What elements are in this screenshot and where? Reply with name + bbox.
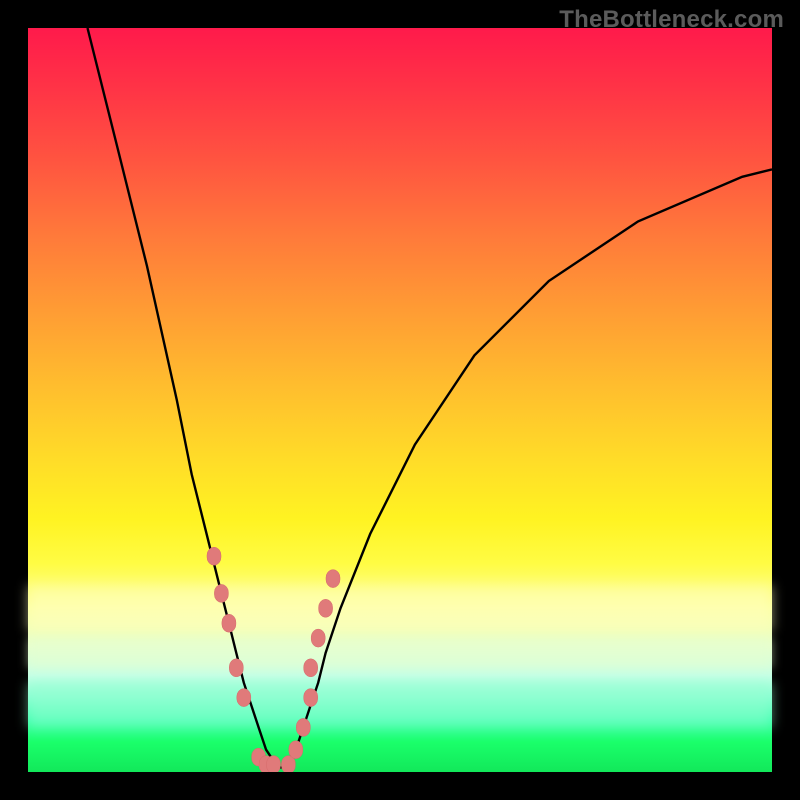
data-marker: [222, 614, 236, 632]
data-marker: [304, 689, 318, 707]
data-marker: [267, 756, 281, 772]
watermark-text: TheBottleneck.com: [559, 6, 784, 34]
data-marker: [296, 718, 310, 736]
data-marker: [304, 659, 318, 677]
data-marker: [311, 629, 325, 647]
curve-left: [88, 28, 282, 768]
markers-group: [207, 547, 340, 772]
data-marker: [326, 570, 340, 588]
chart-plot-area: [28, 28, 772, 772]
data-marker: [214, 584, 228, 602]
data-marker: [237, 689, 251, 707]
curve-right: [281, 169, 772, 768]
data-marker: [319, 599, 333, 617]
data-marker: [207, 547, 221, 565]
data-marker: [229, 659, 243, 677]
data-marker: [289, 741, 303, 759]
chart-svg: [28, 28, 772, 772]
